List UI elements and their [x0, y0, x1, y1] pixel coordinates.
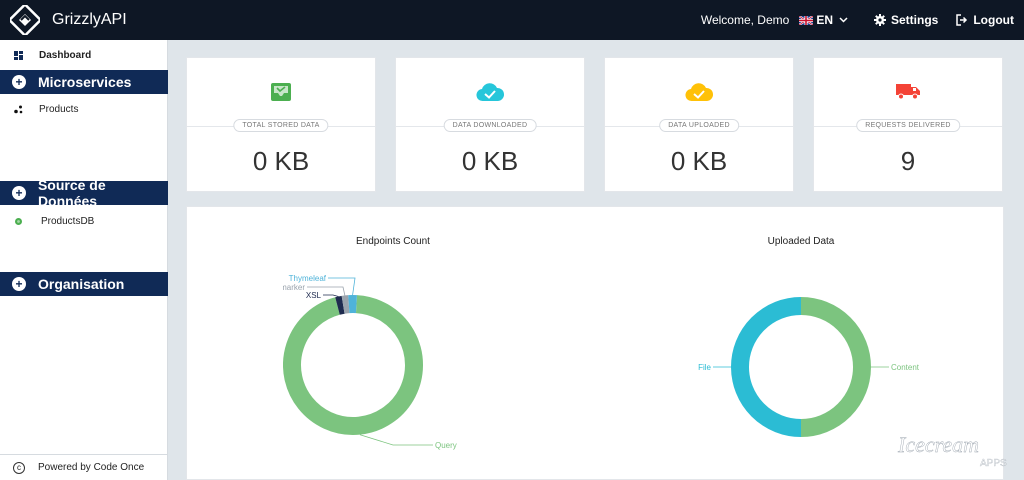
brand[interactable]: GrizzlyAPI: [10, 5, 127, 35]
chart-label-content: Content: [891, 363, 920, 372]
section-title: Organisation: [38, 276, 125, 292]
sidebar-footer: c Powered by Code Once: [0, 454, 168, 480]
database-icon: [15, 217, 22, 225]
chart-label-thymeleaf: Thymeleaf: [289, 274, 327, 283]
sidebar-item-label: ProductsDB: [41, 215, 95, 227]
watermark-brand: Icecream: [897, 432, 979, 457]
sidebar: Dashboard + Microservices Products + Sou…: [0, 40, 168, 480]
sidebar-item-productsdb[interactable]: ProductsDB: [0, 208, 168, 234]
stat-card-data-uploaded: DATA UPLOADED 0 KB: [604, 57, 794, 192]
sidebar-item-label: Products: [39, 103, 79, 115]
label-leader-line: [328, 277, 356, 296]
truck-icon: [896, 84, 920, 100]
donut-slice-content[interactable]: [800, 297, 871, 437]
stat-card-total-stored: TOTAL STORED DATA 0 KB: [186, 57, 376, 192]
logout-label: Logout: [973, 13, 1014, 27]
molecule-icon: [14, 105, 23, 113]
gear-icon: [874, 14, 886, 26]
top-right-menu: Welcome, Demo EN Settings Logout: [701, 0, 1014, 40]
footer-text: Powered by Code Once: [38, 462, 145, 473]
logout-icon: [956, 14, 968, 26]
stat-label: TOTAL STORED DATA: [233, 119, 329, 132]
dashboard-icon: [14, 50, 23, 60]
label-leader-line: [323, 294, 339, 297]
endpoints-count-chart: Query XSLFreemarkerThymeleaf: [283, 274, 457, 450]
stat-card-data-downloaded: DATA DOWNLOADED 0 KB: [395, 57, 585, 192]
section-title: Source de Données: [37, 177, 106, 209]
label-leader-line: [359, 434, 433, 446]
stat-label: DATA DOWNLOADED: [443, 119, 537, 132]
inbox-icon: [271, 83, 291, 101]
chart-label-file: File: [698, 363, 711, 372]
stat-card-requests-delivered: REQUESTS DELIVERED 9: [813, 57, 1003, 192]
stat-value: 0 KB: [252, 146, 310, 176]
sidebar-section-source-de-donnees[interactable]: + Source de Données: [0, 177, 168, 209]
chart-title-endpoints: Endpoints Count: [356, 236, 430, 247]
language-label: EN: [816, 13, 833, 27]
app-name: GrizzlyAPI: [52, 11, 127, 28]
welcome-text: Welcome, Demo: [700, 13, 790, 27]
settings-label: Settings: [891, 13, 939, 27]
sidebar-section-microservices[interactable]: + Microservices: [0, 70, 168, 94]
sidebar-item-products[interactable]: Products: [0, 96, 168, 122]
uk-flag-icon: [799, 15, 814, 25]
section-title: Microservices: [38, 74, 132, 90]
plus-icon: +: [12, 75, 26, 89]
donut-slice-file[interactable]: [731, 297, 802, 437]
language-selector[interactable]: EN: [799, 13, 848, 27]
chart-title-uploaded: Uploaded Data: [767, 236, 835, 247]
grizzly-logo-icon: [10, 5, 40, 35]
stat-value: 0 KB: [461, 146, 519, 176]
plus-icon: +: [12, 186, 26, 200]
chevron-down-icon: [839, 17, 848, 23]
stat-label: REQUESTS DELIVERED: [856, 119, 960, 132]
plus-icon: +: [12, 277, 26, 291]
cloud-check-icon: [685, 83, 714, 102]
donut-slice-query[interactable]: [283, 295, 423, 435]
top-navbar: GrizzlyAPI Welcome, Demo EN Settings Log…: [0, 0, 1024, 40]
icecream-apps-watermark: Icecream APPS: [870, 425, 1007, 471]
stat-label: DATA UPLOADED: [659, 119, 739, 132]
sidebar-section-organisation[interactable]: + Organisation: [0, 272, 168, 296]
sidebar-item-dashboard[interactable]: Dashboard: [0, 42, 168, 68]
logout-button[interactable]: Logout: [956, 13, 1014, 27]
chart-label-freemarker: Freemarker: [283, 283, 305, 292]
stat-value: 0 KB: [670, 146, 728, 176]
chart-label-xsl: XSL: [306, 291, 322, 300]
copyright-icon: c: [13, 461, 25, 474]
chart-label-query: Query: [435, 441, 457, 450]
donut-slice-xsl[interactable]: [335, 295, 345, 315]
watermark-sub: APPS: [980, 458, 1007, 469]
cloud-check-icon: [476, 83, 505, 102]
settings-button[interactable]: Settings: [874, 13, 938, 27]
donut-slice-freemarker[interactable]: [341, 295, 350, 314]
sidebar-item-label: Dashboard: [39, 49, 92, 61]
stat-value: 9: [900, 146, 916, 176]
